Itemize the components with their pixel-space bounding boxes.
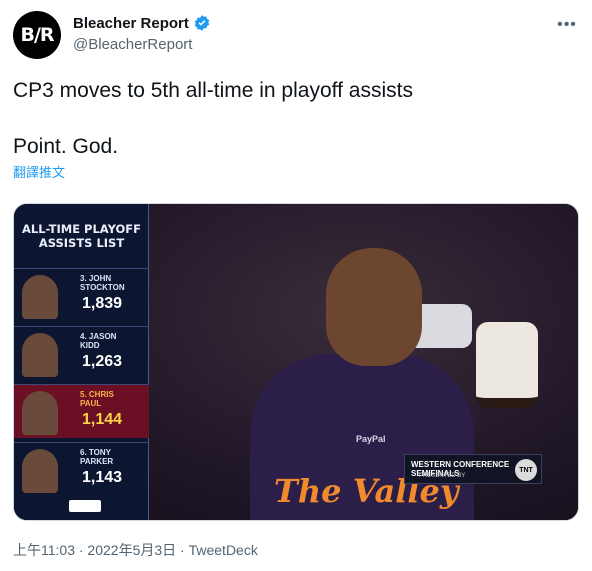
player-name: 5. CHRIS PAUL (80, 390, 114, 408)
tweet: B/R Bleacher Report @BleacherReport ••• … (0, 0, 592, 571)
leaderboard-row: 3. JOHN STOCKTON 1,839 (14, 268, 149, 322)
assists-leaderboard-panel: ALL-TIME PLAYOFF ASSISTS LIST 3. JOHN ST… (14, 204, 149, 520)
player-image (326, 248, 422, 366)
tweet-media[interactable]: PayPal The Valley ALL-TIME PLAYOFF ASSIS… (13, 203, 579, 521)
assists-value: 1,143 (82, 469, 123, 486)
tnt-logo: TNT (515, 459, 537, 481)
sponsor-patch: PayPal (356, 434, 386, 444)
avatar[interactable]: B/R (13, 11, 61, 59)
tweet-text: CP3 moves to 5th all-time in playoff ass… (13, 79, 413, 158)
more-horizontal-icon[interactable]: ••• (556, 14, 578, 36)
translate-link[interactable]: 翻譯推文 (13, 162, 65, 181)
assists-value: 1,263 (82, 353, 123, 370)
leaderboard-row: 6. TONY PARKER 1,143 (14, 442, 149, 496)
player-headshot (22, 449, 58, 493)
player-name: 4. JASON KIDD (80, 332, 117, 350)
author-name-row[interactable]: Bleacher Report (73, 14, 211, 32)
assists-value: 1,839 (82, 295, 123, 312)
player-name: 6. TONY PARKER (80, 448, 114, 466)
author-handle[interactable]: @BleacherReport (73, 36, 192, 53)
player-headshot (22, 333, 58, 377)
leaderboard-row: 4. JASON KIDD 1,263 (14, 326, 149, 380)
player-name: 3. JOHN STOCKTON (80, 274, 125, 292)
player-headshot (22, 275, 58, 319)
verified-badge-icon (194, 15, 210, 31)
player-headshot (22, 391, 58, 435)
broadcast-sub: PRESENTED BY (419, 473, 466, 479)
tweet-metadata[interactable]: 上午11:03 · 2022年5月3日 · TweetDeck (13, 540, 258, 560)
author-name[interactable]: Bleacher Report (73, 15, 189, 32)
panel-title: ALL-TIME PLAYOFF ASSISTS LIST (21, 222, 142, 250)
leaderboard-row-highlighted: 5. CHRIS PAUL 1,144 (14, 384, 149, 438)
sneaker-image (476, 322, 538, 408)
assists-value: 1,144 (82, 411, 123, 428)
nba-tnt-logo (69, 500, 101, 512)
broadcast-badge: WESTERN CONFERENCE SEMIFINALS PRESENTED … (404, 454, 542, 484)
